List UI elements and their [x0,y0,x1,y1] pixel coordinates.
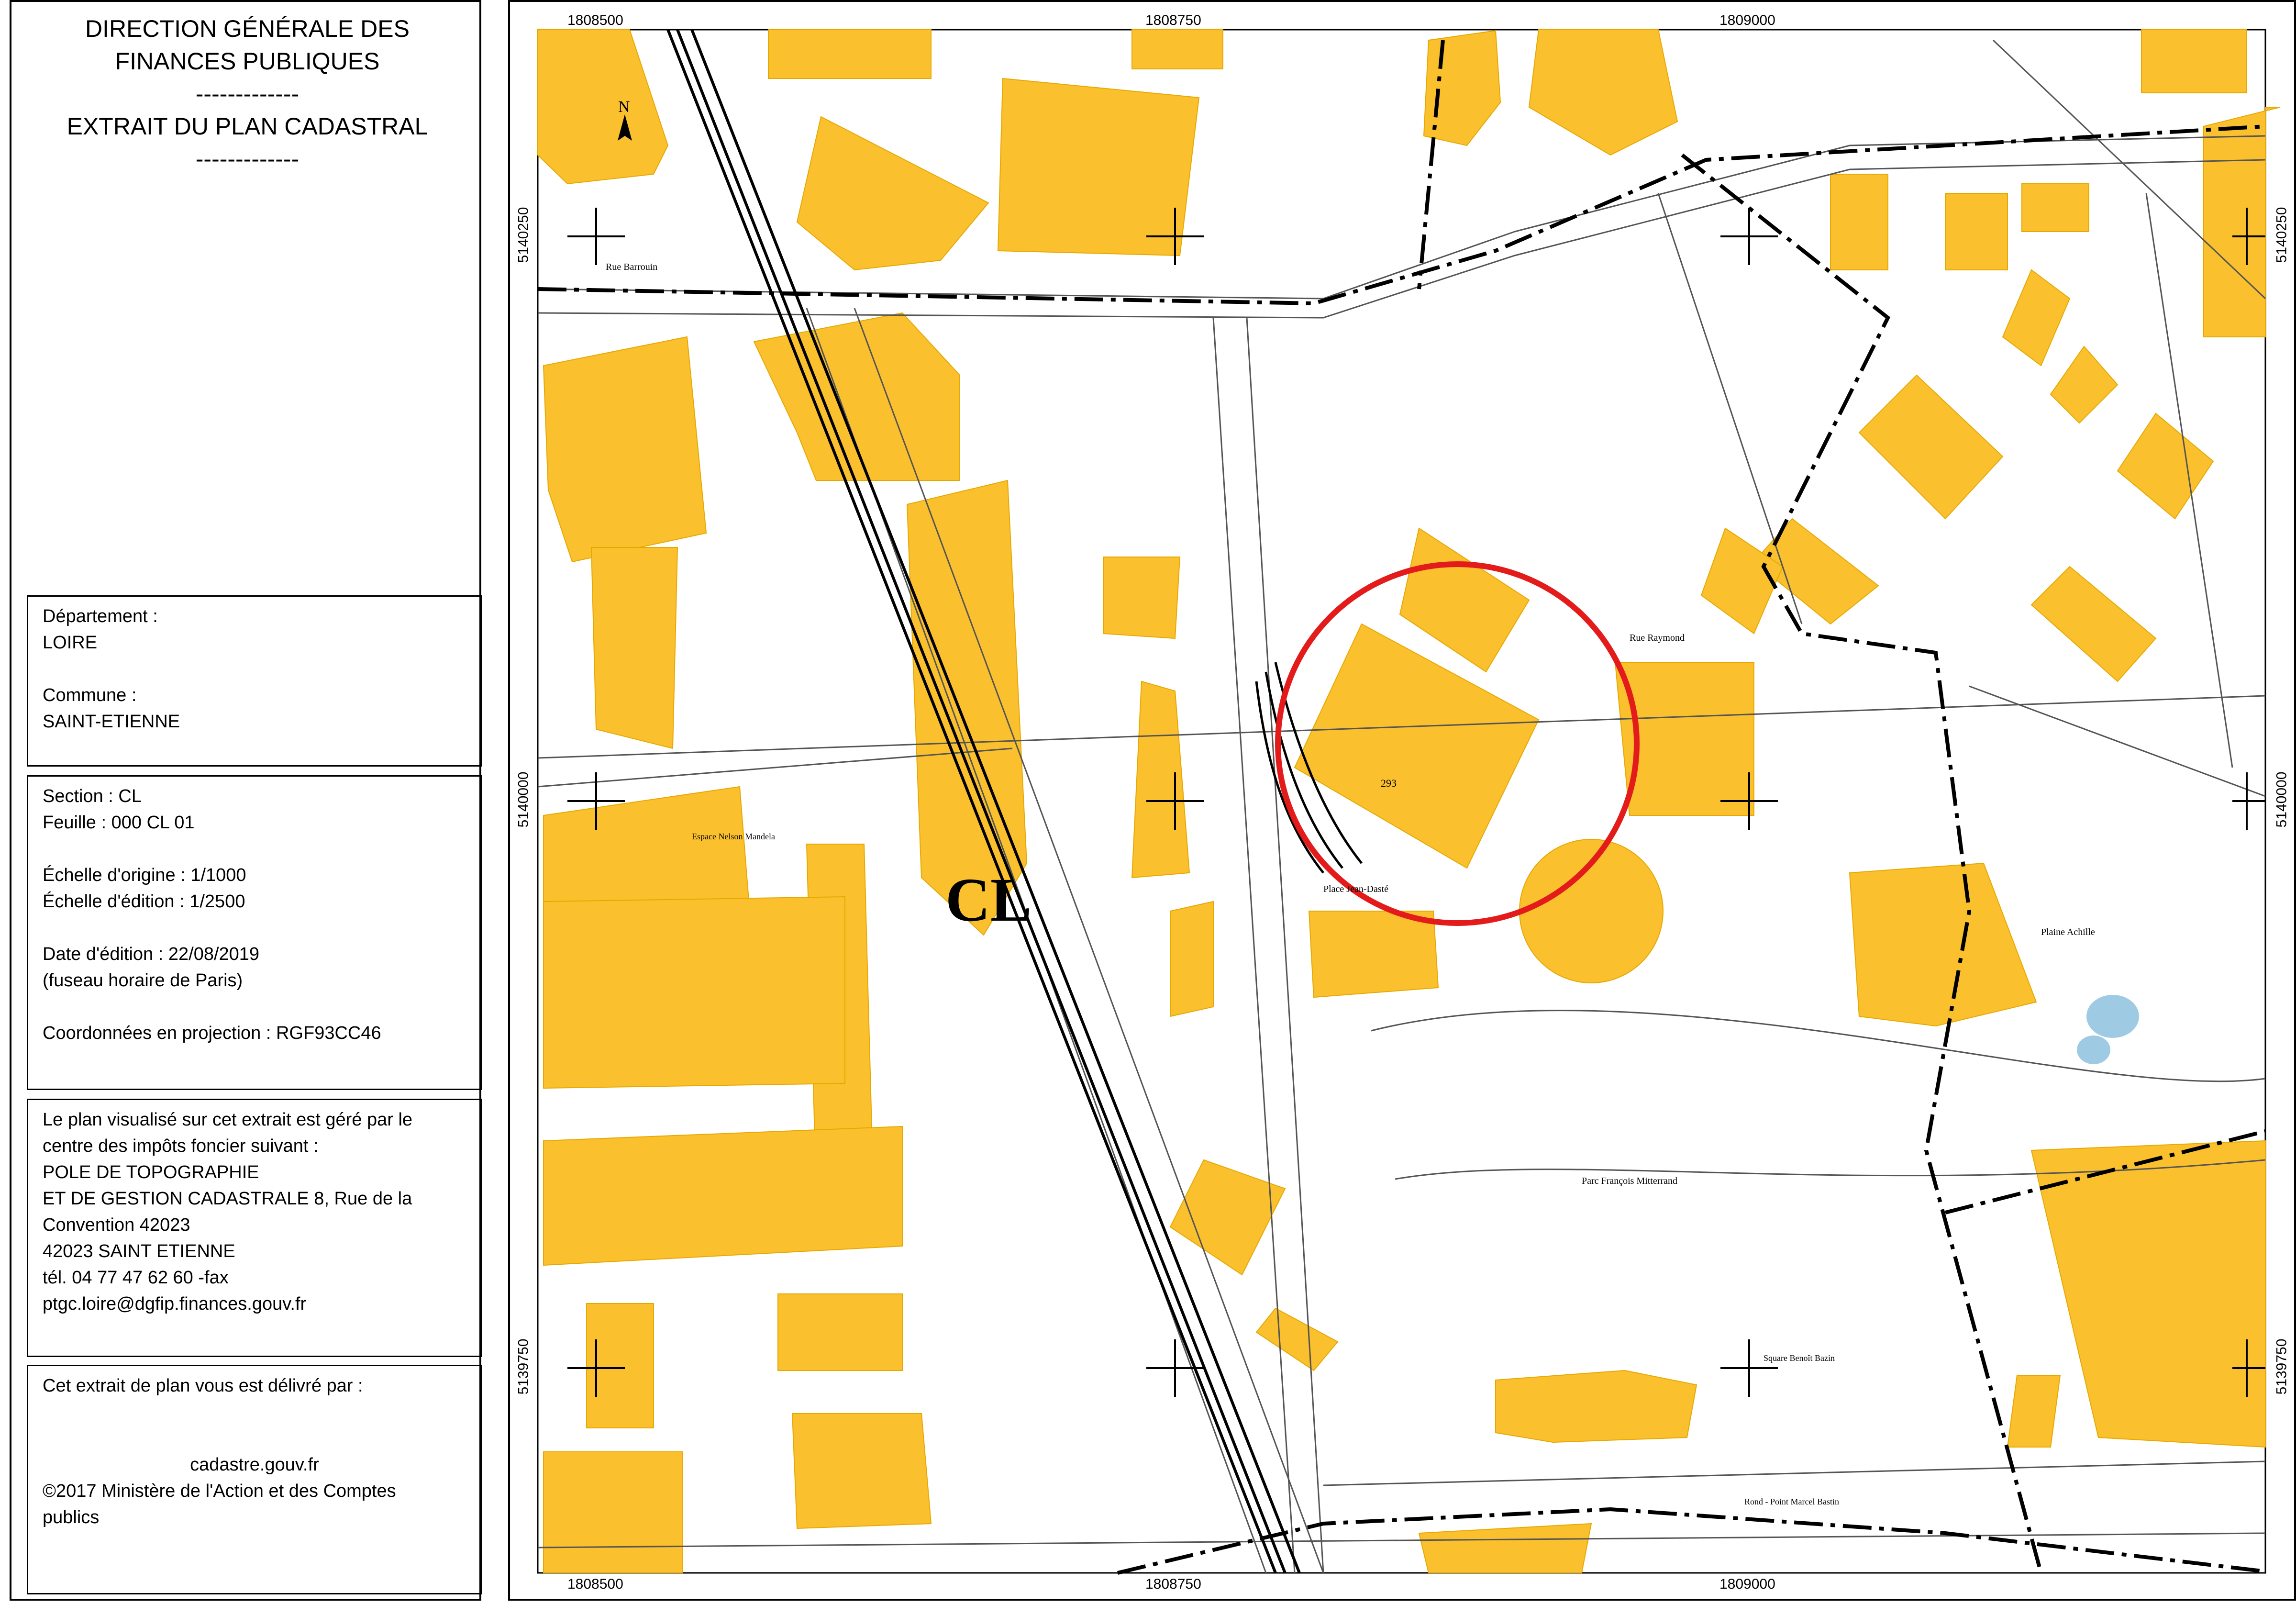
building [997,78,1200,256]
details-box: Section : CL Feuille : 000 CL 01 Échelle… [27,775,482,1090]
pond [2086,995,2139,1038]
street-label-raymond: Rue Raymond [1630,633,1685,643]
location-box: Département : LOIRE Commune : SAINT-ETIE… [27,595,482,767]
centre-line-2: centre des impôts foncier suivant : [43,1136,319,1156]
y-coord-left-1: 5140250 [515,207,532,263]
street-label-place-jean-daste: Place Jean-Dasté [1323,884,1388,894]
building [590,547,678,749]
pond [2077,1036,2110,1064]
delivery-site[interactable]: cadastre.gouv.fr [43,1452,466,1478]
street-label-barrouin: Rue Barrouin [606,262,657,272]
building [543,1125,903,1266]
department-label: Département : [43,606,158,626]
delivery-box: Cet extrait de plan vous est délivré par… [27,1365,482,1594]
building [1495,1370,1697,1443]
x-coord-top-2: 1808750 [1145,12,1201,28]
y-coord-left-2: 5140000 [515,771,532,828]
section-label: CL [945,866,1032,935]
building [791,1413,932,1529]
x-coord-top-1: 1808500 [567,12,623,28]
building [2021,183,2089,232]
street-label-rond-point: Rond - Point Marcel Bastin [1744,1497,1839,1506]
projection-text: Coordonnées en projection : RGF93CC46 [43,1023,381,1043]
building [1945,193,2008,270]
header-line-1: DIRECTION GÉNÉRALE DES [85,15,410,42]
building [1308,911,1439,998]
delivery-line-1: Cet extrait de plan vous est délivré par… [43,1376,363,1396]
street-label-square: Square Benoît Bazin [1764,1353,1835,1363]
header-title: EXTRAIT DU PLAN CADASTRAL [67,113,428,140]
centre-line-3: POLE DE TOPOGRAPHIE [43,1162,259,1182]
y-coord-right-3: 5139750 [2274,1338,2290,1395]
delivery-copyright: ©2017 Ministère de l'Action et des Compt… [43,1481,396,1501]
x-coord-bottom-3: 1809000 [1719,1576,1775,1592]
x-coord-bottom-2: 1808750 [1145,1576,1201,1592]
centre-line-6: 42023 SAINT ETIENNE [43,1241,235,1261]
x-coord-bottom-1: 1808500 [567,1576,623,1592]
building [1103,557,1181,639]
building [1170,901,1214,1017]
centre-line-7: tél. 04 77 47 62 60 -fax [43,1268,229,1288]
north-label: N [618,98,630,116]
building [543,896,845,1089]
building [777,1293,903,1371]
delivery-copyright-2: publics [43,1507,100,1527]
street-label-plaine: Plaine Achille [2041,927,2095,937]
department-value: LOIRE [43,633,98,653]
cadastral-map[interactable]: N CL 293 Place Jean-Dasté Parc François … [508,0,2296,1601]
y-coord-left-3: 5139750 [515,1338,532,1395]
scale-origin: Échelle d'origine : 1/1000 [43,865,246,885]
edition-date: Date d'édition : 22/08/2019 [43,944,260,964]
centre-line-4: ET DE GESTION CADASTRALE 8, Rue de la [43,1189,412,1209]
building [2007,1375,2061,1448]
street-label-parc: Parc François Mitterrand [1582,1176,1677,1186]
feuille-text: Feuille : 000 CL 01 [43,813,195,833]
header-separator-1: ------------- [195,80,299,107]
timezone-note: (fuseau horaire de Paris) [43,970,243,991]
building [543,336,707,563]
parcel-293-label: 293 [1381,777,1397,789]
building [1830,174,1888,270]
centre-line-5: Convention 42023 [43,1215,190,1235]
y-coord-right-2: 5140000 [2274,771,2290,828]
building [543,1451,683,1573]
x-coord-top-3: 1809000 [1719,12,1775,28]
scale-edition: Échelle d'édition : 1/2500 [43,891,245,912]
document-header: DIRECTION GÉNÉRALE DES FINANCES PUBLIQUE… [11,12,483,175]
building [2141,29,2247,93]
header-line-2: FINANCES PUBLIQUES [115,48,380,75]
map-canvas[interactable]: N CL 293 Place Jean-Dasté Parc François … [510,2,2294,1599]
building [768,29,932,79]
centre-line-1: Le plan visualisé sur cet extrait est gé… [43,1110,413,1130]
street-label-nelson-mandela: Espace Nelson Mandela [692,832,775,841]
centre-email[interactable]: ptgc.loire@dgfip.finances.gouv.fr [43,1291,466,1317]
y-coord-right-1: 5140250 [2274,207,2290,263]
header-separator-2: ------------- [195,145,299,172]
commune-label: Commune : [43,685,137,705]
centre-box: Le plan visualisé sur cet extrait est gé… [27,1099,482,1357]
building [1131,29,1223,69]
commune-value: SAINT-ETIENNE [43,712,180,732]
section-text: Section : CL [43,786,142,806]
info-panel: DIRECTION GÉNÉRALE DES FINANCES PUBLIQUE… [10,0,483,1601]
